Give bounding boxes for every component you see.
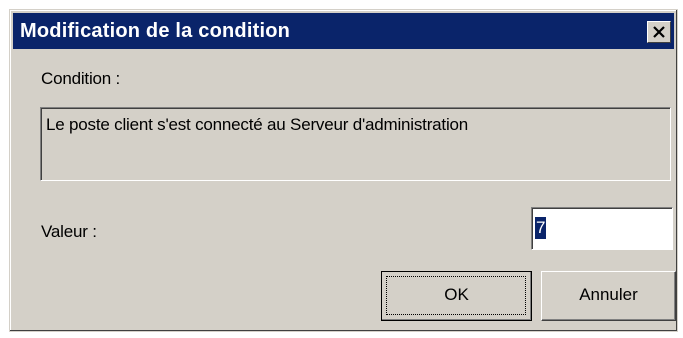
condition-label: Condition :: [41, 69, 121, 88]
value-label: Valeur :: [41, 222, 97, 241]
close-icon: [653, 26, 665, 38]
value-input[interactable]: 7: [531, 207, 673, 250]
close-button[interactable]: [647, 21, 671, 43]
window-title: Modification de la condition: [20, 20, 291, 42]
value-input-text: 7: [535, 217, 547, 239]
title-bar: Modification de la condition: [13, 13, 674, 49]
ok-button[interactable]: OK: [381, 271, 532, 321]
cancel-button[interactable]: Annuler: [541, 271, 676, 321]
condition-text: Le poste client s'est connecté au Serveu…: [46, 115, 469, 134]
dialog-window: Modification de la condition Condition :…: [9, 9, 678, 332]
condition-text-box: Le poste client s'est connecté au Serveu…: [40, 107, 671, 181]
